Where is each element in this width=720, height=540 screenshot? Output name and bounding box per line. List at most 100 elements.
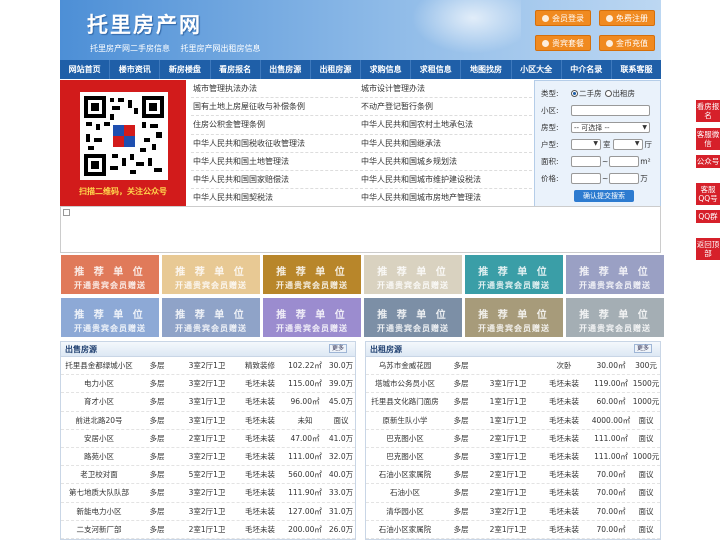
price-max-input[interactable] — [609, 173, 640, 184]
listing-row[interactable]: 新能电力小区 多层 3室2厅1卫 毛坯未装 127.00㎡ 31.0万 — [61, 503, 355, 521]
nav-viewing-signup[interactable]: 看房报名 — [211, 60, 261, 79]
policy-link[interactable]: 中华人民共和国税收征收管理法 — [191, 135, 361, 152]
nav-wanted-rent[interactable]: 求租信息 — [411, 60, 462, 79]
listing-community[interactable]: 石油小区 — [366, 487, 444, 498]
area-max-input[interactable] — [609, 156, 640, 167]
listing-row[interactable]: 乌苏市金威花园 多层 次卧 30.00㎡ 300元 — [366, 357, 660, 376]
policy-link[interactable]: 不动产登记暂行条例 — [361, 98, 531, 115]
recommended-unit-tile[interactable]: 推 荐 单 位开通贵宾会员赠送 — [263, 298, 361, 337]
recommended-unit-tile[interactable]: 推 荐 单 位开通贵宾会员赠送 — [162, 298, 260, 337]
type-rent-radio[interactable] — [604, 90, 612, 97]
sidebar-service-wechat[interactable]: 客服微信 — [696, 128, 720, 150]
listing-row[interactable]: 石油小区家属院 多层 2室1厅1卫 毛坯未装 70.00㎡ 面议 — [366, 521, 660, 539]
listing-row[interactable]: 石油小区 多层 2室1厅1卫 毛坯未装 70.00㎡ 面议 — [366, 484, 660, 503]
recommended-unit-tile[interactable]: 推 荐 单 位开通贵宾会员赠送 — [61, 255, 159, 294]
sale-more-button[interactable]: 更多 — [329, 344, 347, 353]
listing-community[interactable]: 新能电力小区 — [61, 506, 137, 517]
site-logo[interactable]: 托里房产网 — [87, 9, 202, 39]
listing-row[interactable]: 路苑小区 多层 3室2厅1卫 毛坯未装 111.00㎡ 32.0万 — [61, 448, 355, 467]
area-min-input[interactable] — [571, 156, 601, 167]
listing-community[interactable]: 塔城市公务员小区 — [366, 378, 444, 389]
nav-home[interactable]: 网站首页 — [60, 60, 111, 79]
listing-community[interactable]: 托里县文化路门面房 — [366, 396, 444, 407]
sidebar-official-account[interactable]: 公众号 — [696, 155, 720, 168]
listing-community[interactable]: 巴克图小区 — [366, 451, 444, 462]
listing-row[interactable]: 育才小区 多层 3室1厅1卫 毛坯未装 96.00㎡ 45.0万 — [61, 393, 355, 412]
nav-news[interactable]: 楼市资讯 — [110, 60, 161, 79]
listing-community[interactable]: 育才小区 — [61, 396, 137, 407]
listing-row[interactable]: 托里县文化路门面房 多层 1室1厅1卫 毛坯未装 60.00㎡ 1000元 — [366, 393, 660, 412]
listing-community[interactable]: 石油小区家属院 — [366, 469, 444, 480]
search-submit-button[interactable]: 确认提交搜索 — [574, 190, 634, 202]
listing-community[interactable]: 前进北路20号 — [61, 415, 137, 426]
policy-link[interactable]: 中华人民共和国国家赔偿法 — [191, 171, 361, 188]
room-select[interactable]: ▼ — [571, 139, 601, 150]
community-input[interactable] — [571, 105, 650, 116]
listing-row[interactable]: 二支河新厂部 多层 2室1厅1卫 毛坯未装 200.00㎡ 26.0万 — [61, 521, 355, 539]
policy-link[interactable]: 中华人民共和国继承法 — [361, 135, 531, 152]
listing-row[interactable]: 电力小区 多层 3室2厅1卫 毛坯未装 115.00㎡ 39.0万 — [61, 375, 355, 394]
nav-map-search[interactable]: 地图找房 — [461, 60, 512, 79]
policy-link[interactable]: 中华人民共和国契税法 — [191, 189, 361, 206]
listing-row[interactable]: 托里县金都绿城小区 多层 3室2厅1卫 精致装修 102.22㎡ 30.0万 — [61, 357, 355, 376]
price-min-input[interactable] — [571, 173, 601, 184]
listing-community[interactable]: 巴克图小区 — [366, 433, 444, 444]
listing-row[interactable]: 第七地质大队队部 多层 3室2厅1卫 毛坯未装 111.90㎡ 33.0万 — [61, 484, 355, 503]
listing-community[interactable]: 原新生队小学 — [366, 415, 444, 426]
recommended-unit-tile[interactable]: 推 荐 单 位开通贵宾会员赠送 — [364, 298, 462, 337]
type-secondhand-radio[interactable] — [571, 90, 578, 97]
recommended-unit-tile[interactable]: 推 荐 单 位开通贵宾会员赠送 — [364, 255, 462, 294]
free-register-button[interactable]: 免费注册 — [599, 10, 655, 26]
nav-for-rent[interactable]: 出租房源 — [311, 60, 362, 79]
listing-row[interactable]: 安居小区 多层 2室1厅1卫 毛坯未装 47.00㎡ 41.0万 — [61, 430, 355, 448]
listing-community[interactable]: 电力小区 — [61, 378, 137, 389]
listing-row[interactable]: 前进北路20号 多层 3室1厅1卫 毛坯未装 未知 面议 — [61, 412, 355, 430]
policy-link[interactable]: 住房公积金管理条例 — [191, 116, 361, 133]
listing-row[interactable]: 石油小区家属院 多层 2室1厅1卫 毛坯未装 70.00㎡ 面议 — [366, 466, 660, 485]
secondhand-info-link[interactable]: 托里房产网二手房信息 — [90, 44, 170, 53]
recommended-unit-tile[interactable]: 推 荐 单 位开通贵宾会员赠送 — [566, 298, 664, 337]
listing-community[interactable]: 第七地质大队队部 — [61, 487, 137, 498]
policy-link[interactable]: 中华人民共和国城市房地产管理法 — [361, 189, 531, 206]
recommended-unit-tile[interactable]: 推 荐 单 位开通贵宾会员赠送 — [465, 255, 563, 294]
recommended-unit-tile[interactable]: 推 荐 单 位开通贵宾会员赠送 — [465, 298, 563, 337]
sidebar-service-qq[interactable]: 客服QQ号 — [696, 183, 720, 205]
banner-image[interactable] — [60, 206, 661, 253]
house-type-select[interactable]: -- 可选择 -- ▼ — [571, 122, 650, 133]
recommended-unit-tile[interactable]: 推 荐 单 位开通贵宾会员赠送 — [162, 255, 260, 294]
listing-row[interactable]: 巴克图小区 多层 2室1厅1卫 毛坯未装 111.00㎡ 面议 — [366, 430, 660, 448]
policy-link[interactable]: 城市管理执法办法 — [191, 80, 361, 97]
policy-link[interactable]: 城市设计管理办法 — [361, 80, 531, 97]
recommended-unit-tile[interactable]: 推 荐 单 位开通贵宾会员赠送 — [61, 298, 159, 337]
sidebar-qq-group[interactable]: QQ群 — [696, 210, 720, 223]
listing-row[interactable]: 清华园小区 多层 3室2厅1卫 毛坯未装 70.00㎡ 面议 — [366, 503, 660, 521]
rent-more-button[interactable]: 更多 — [634, 344, 652, 353]
listing-community[interactable]: 托里县金都绿城小区 — [61, 360, 137, 371]
coin-recharge-button[interactable]: 金币充值 — [599, 35, 655, 51]
sidebar-viewing-signup[interactable]: 看房报名 — [696, 100, 720, 122]
nav-contact[interactable]: 联系客服 — [612, 60, 661, 79]
listing-row[interactable]: 原新生队小学 多层 1室1厅1卫 毛坯未装 4000.00㎡ 面议 — [366, 412, 660, 430]
rental-info-link[interactable]: 托里房产网出租房信息 — [181, 44, 261, 53]
listing-community[interactable]: 二支河新厂部 — [61, 524, 137, 535]
sidebar-back-to-top[interactable]: 返回顶部 — [696, 238, 720, 260]
listing-community[interactable]: 安居小区 — [61, 433, 137, 444]
policy-link[interactable]: 国有土地上房屋征收与补偿条例 — [191, 98, 361, 115]
nav-new-homes[interactable]: 新房楼盘 — [160, 60, 211, 79]
nav-agents[interactable]: 中介名录 — [562, 60, 612, 79]
listing-row[interactable]: 老卫校对面 多层 5室2厅1卫 毛坯未装 560.00㎡ 40.0万 — [61, 466, 355, 485]
listing-community[interactable]: 清华园小区 — [366, 506, 444, 517]
listing-community[interactable]: 石油小区家属院 — [366, 524, 444, 535]
policy-link[interactable]: 中华人民共和国城市维护建设税法 — [361, 171, 531, 188]
recommended-unit-tile[interactable]: 推 荐 单 位开通贵宾会员赠送 — [566, 255, 664, 294]
vip-package-button[interactable]: 贵宾套餐 — [535, 35, 591, 51]
recommended-unit-tile[interactable]: 推 荐 单 位开通贵宾会员赠送 — [263, 255, 361, 294]
nav-for-sale[interactable]: 出售房源 — [261, 60, 311, 79]
listing-community[interactable]: 路苑小区 — [61, 451, 137, 462]
hall-select[interactable]: ▼ — [612, 139, 643, 150]
listing-row[interactable]: 塔城市公务员小区 多层 3室1厅1卫 毛坯未装 119.00㎡ 1500元 — [366, 375, 660, 394]
nav-communities[interactable]: 小区大全 — [512, 60, 562, 79]
listing-row[interactable]: 巴克图小区 多层 3室1厅1卫 毛坯未装 111.00㎡ 1000元 — [366, 448, 660, 467]
policy-link[interactable]: 中华人民共和国城乡规划法 — [361, 153, 531, 170]
nav-wanted-buy[interactable]: 求购信息 — [361, 60, 412, 79]
